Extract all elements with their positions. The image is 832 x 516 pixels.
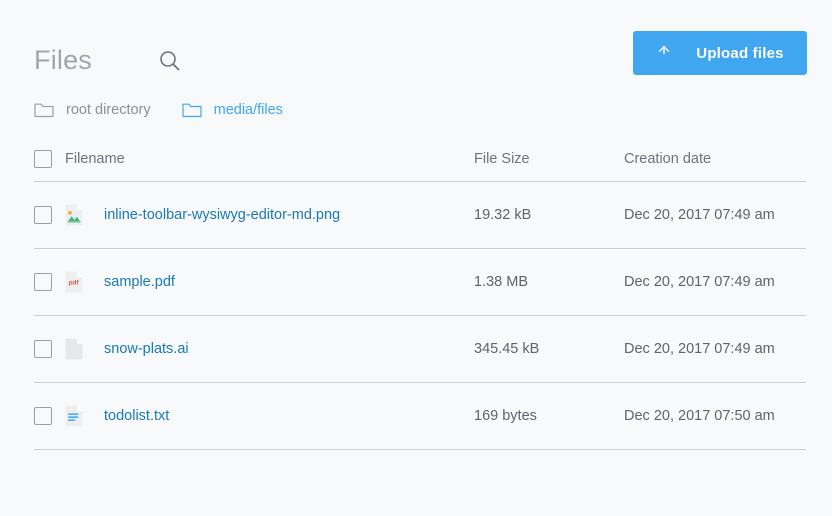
- file-link[interactable]: inline-toolbar-wysiwyg-editor-md.png: [104, 207, 340, 223]
- column-header-creationdate-cell: Creation date: [624, 150, 806, 168]
- file-creation-date: Dec 20, 2017 07:49 am: [624, 274, 806, 290]
- row-select-cell: [34, 340, 65, 358]
- select-all-checkbox[interactable]: [34, 150, 52, 168]
- file-size: 169 bytes: [474, 408, 624, 424]
- file-link[interactable]: sample.pdf: [104, 274, 175, 290]
- row-filename-cell: pdf sample.pdf: [65, 271, 474, 293]
- text-file-icon: [65, 405, 83, 427]
- row-select-cell: [34, 407, 65, 425]
- image-file-icon: [65, 204, 83, 226]
- folder-icon: [34, 102, 54, 118]
- folder-icon: [182, 102, 202, 118]
- row-checkbox[interactable]: [34, 407, 52, 425]
- file-size: 1.38 MB: [474, 274, 624, 290]
- file-link[interactable]: todolist.txt: [104, 408, 169, 424]
- file-link[interactable]: snow-plats.ai: [104, 341, 189, 357]
- row-checkbox[interactable]: [34, 206, 52, 224]
- pdf-file-icon: pdf: [65, 271, 83, 293]
- upload-arrow-icon: [656, 44, 672, 62]
- search-icon[interactable]: [157, 48, 183, 74]
- row-select-cell: [34, 206, 65, 224]
- breadcrumb-label-root: root directory: [66, 102, 151, 118]
- breadcrumb-item-current[interactable]: media/files: [182, 102, 283, 118]
- table-row[interactable]: inline-toolbar-wysiwyg-editor-md.png 19.…: [34, 182, 806, 249]
- row-checkbox[interactable]: [34, 340, 52, 358]
- column-header-filename-cell: Filename: [65, 151, 474, 167]
- breadcrumb-label-current: media/files: [214, 102, 283, 118]
- row-filename-cell: snow-plats.ai: [65, 338, 474, 360]
- page-title: Files: [34, 44, 92, 76]
- upload-files-label: Upload files: [696, 45, 783, 62]
- row-checkbox[interactable]: [34, 273, 52, 291]
- file-creation-date: Dec 20, 2017 07:49 am: [624, 207, 806, 223]
- table-row[interactable]: todolist.txt 169 bytes Dec 20, 2017 07:5…: [34, 383, 806, 450]
- row-filename-cell: inline-toolbar-wysiwyg-editor-md.png: [65, 204, 474, 226]
- column-header-filesize: File Size: [474, 151, 530, 167]
- file-size: 19.32 kB: [474, 207, 624, 223]
- files-page: Files Upload files root: [0, 0, 832, 516]
- file-creation-date: Dec 20, 2017 07:50 am: [624, 408, 806, 424]
- page-header: Files Upload files: [0, 0, 832, 92]
- breadcrumb: root directory media/files: [34, 99, 283, 121]
- row-filename-cell: todolist.txt: [65, 405, 474, 427]
- column-header-filename: Filename: [65, 151, 125, 167]
- upload-files-button[interactable]: Upload files: [633, 31, 807, 75]
- select-all-cell: [34, 150, 65, 168]
- table-header-row: Filename File Size Creation date: [34, 136, 806, 182]
- svg-text:pdf: pdf: [69, 279, 80, 286]
- row-select-cell: [34, 273, 65, 291]
- file-creation-date: Dec 20, 2017 07:49 am: [624, 341, 806, 357]
- breadcrumb-item-root[interactable]: root directory: [34, 102, 151, 118]
- table-row[interactable]: snow-plats.ai 345.45 kB Dec 20, 2017 07:…: [34, 316, 806, 383]
- column-header-creationdate: Creation date: [624, 151, 711, 167]
- files-table: Filename File Size Creation date: [34, 136, 806, 450]
- file-size: 345.45 kB: [474, 341, 624, 357]
- generic-file-icon: [65, 338, 83, 360]
- table-row[interactable]: pdf sample.pdf 1.38 MB Dec 20, 2017 07:4…: [34, 249, 806, 316]
- column-header-filesize-cell: File Size: [474, 150, 624, 168]
